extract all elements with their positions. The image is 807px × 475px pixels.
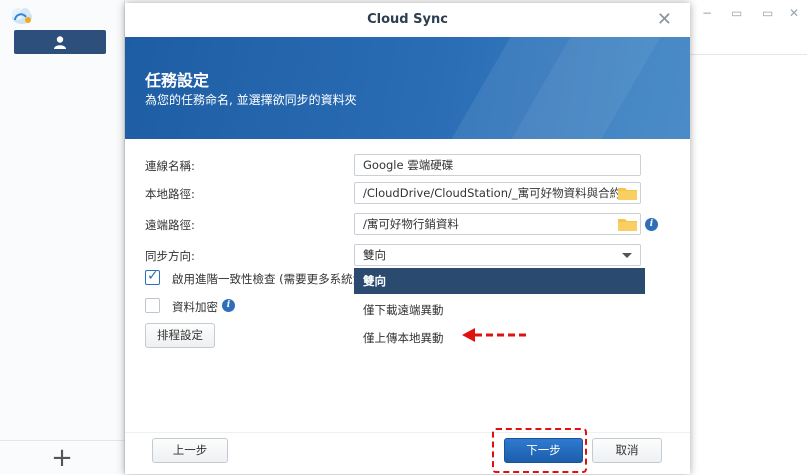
encryption-checkbox[interactable] bbox=[145, 298, 160, 313]
annotation-highlight-box bbox=[492, 428, 587, 473]
dropdown-option-download-only[interactable]: 僅下載遠端異動 bbox=[354, 297, 645, 323]
connection-name-value: Google 雲端硬碟 bbox=[363, 158, 454, 172]
annotation-arrow-icon bbox=[462, 328, 526, 342]
close-icon[interactable]: ✕ bbox=[657, 9, 672, 30]
remote-path-info-icon[interactable]: i bbox=[645, 218, 658, 231]
add-connection-button[interactable]: + bbox=[0, 440, 124, 475]
checkmark-icon: ✓ bbox=[147, 268, 159, 284]
connection-name-input[interactable]: Google 雲端硬碟 bbox=[354, 154, 641, 176]
footer-divider bbox=[125, 432, 690, 433]
header-title: 任務設定 bbox=[145, 71, 210, 90]
folder-icon[interactable] bbox=[618, 186, 637, 200]
remote-path-value: /寓可好物行銷資料 bbox=[363, 217, 459, 231]
app-close-icon[interactable]: ✕ bbox=[789, 6, 799, 20]
restore-icon[interactable]: ▭ bbox=[762, 6, 773, 20]
cloud-sync-logo-icon bbox=[12, 8, 32, 24]
dialog-header: 任務設定 為您的任務命名, 並選擇欲同步的資料夾 bbox=[125, 37, 690, 139]
remote-path-label: 遠端路徑: bbox=[145, 218, 195, 232]
sync-direction-label: 同步方向: bbox=[145, 249, 195, 263]
encryption-label: 資料加密 bbox=[172, 300, 218, 314]
sync-direction-value: 雙向 bbox=[363, 248, 386, 262]
maximize-icon[interactable]: ▭ bbox=[731, 6, 742, 20]
background-sidebar: + bbox=[0, 0, 125, 474]
folder-icon[interactable] bbox=[618, 217, 637, 231]
back-button[interactable]: 上一步 bbox=[152, 438, 228, 463]
local-path-input[interactable]: /CloudDrive/CloudStation/_寓可好物資料與合約 bbox=[354, 182, 641, 204]
local-path-value: /CloudDrive/CloudStation/_寓可好物資料與合約 bbox=[363, 186, 622, 200]
schedule-settings-button[interactable]: 排程設定 bbox=[145, 323, 215, 348]
minimize-icon[interactable]: − bbox=[702, 6, 712, 20]
dialog-titlebar: Cloud Sync ✕ bbox=[125, 3, 690, 37]
advanced-check-checkbox[interactable]: ✓ bbox=[145, 268, 160, 285]
cancel-button[interactable]: 取消 bbox=[592, 438, 662, 463]
connection-name-label: 連線名稱: bbox=[145, 159, 195, 173]
chevron-down-icon bbox=[622, 253, 632, 258]
user-icon bbox=[54, 36, 66, 49]
dialog-title: Cloud Sync bbox=[367, 12, 448, 27]
dropdown-option-two-way[interactable]: 雙向 bbox=[354, 268, 645, 294]
background-divider bbox=[690, 54, 807, 55]
sync-direction-select[interactable]: 雙向 bbox=[354, 244, 641, 266]
remote-path-input[interactable]: /寓可好物行銷資料 bbox=[354, 213, 641, 235]
advanced-check-label: 啟用進階一致性檢查 (需要更多系統資 bbox=[172, 272, 365, 286]
encryption-info-icon[interactable]: i bbox=[222, 299, 235, 312]
task-settings-dialog: Cloud Sync ✕ 任務設定 為您的任務命名, 並選擇欲同步的資料夾 連線… bbox=[125, 3, 690, 474]
user-tab-button[interactable] bbox=[14, 30, 106, 54]
local-path-label: 本地路徑: bbox=[145, 187, 195, 201]
header-subtitle: 為您的任務命名, 並選擇欲同步的資料夾 bbox=[145, 93, 357, 107]
